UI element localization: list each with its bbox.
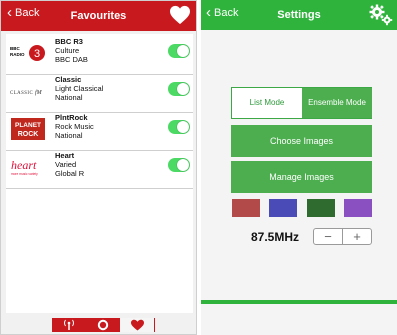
svg-text:3: 3 xyxy=(34,48,40,60)
bbc-radio-3-logo: BBC RADIO 3 xyxy=(10,45,45,61)
svg-text:BBC: BBC xyxy=(10,46,20,51)
list-item[interactable]: BBC RADIO 3 BBC R3 Culture BBC DAB xyxy=(6,34,193,75)
gears-icon[interactable] xyxy=(368,3,394,27)
svg-text:PLANET: PLANET xyxy=(15,122,41,129)
tab-now-playing[interactable] xyxy=(86,318,120,332)
favourite-toggle[interactable] xyxy=(168,44,190,58)
bottom-bar xyxy=(201,300,397,304)
station-network: National xyxy=(55,131,83,140)
station-network: National xyxy=(55,93,83,102)
settings-screen: ‹ Back Settings List Mode Ensemble Mode … xyxy=(201,0,397,335)
heart-logo: heart more music variety xyxy=(11,158,38,176)
station-name: PlntRock xyxy=(55,113,88,122)
svg-text:RADIO: RADIO xyxy=(10,52,25,57)
favourite-toggle[interactable] xyxy=(168,158,190,172)
ensemble-mode-option[interactable]: Ensemble Mode xyxy=(302,88,372,118)
favourite-toggle[interactable] xyxy=(168,120,190,134)
svg-text:ROCK: ROCK xyxy=(18,131,39,138)
station-genre: Culture xyxy=(55,46,80,55)
manage-images-button[interactable]: Manage Images xyxy=(231,161,372,193)
circle-icon xyxy=(97,319,109,331)
list-item[interactable]: PLANET ROCK PlntRock Rock Music National xyxy=(6,110,193,151)
tab-favourites[interactable] xyxy=(120,318,154,332)
svg-text:fM: fM xyxy=(35,89,43,96)
frequency-stepper: − + xyxy=(313,228,372,245)
favourites-screen: ‹ Back Favourites BBC RADIO 3 BBC R3 Cult… xyxy=(0,0,197,335)
color-swatch-green[interactable] xyxy=(307,199,335,217)
frequency-display: 87.5MHz xyxy=(251,230,300,244)
color-swatch-red[interactable] xyxy=(232,199,260,217)
list-mode-option[interactable]: List Mode xyxy=(232,88,302,118)
station-genre: Rock Music xyxy=(55,122,94,131)
bottom-tab-bar xyxy=(52,318,155,332)
page-title: Favourites xyxy=(70,10,127,22)
station-name: Heart xyxy=(55,151,75,160)
planet-rock-logo: PLANET ROCK xyxy=(11,118,45,140)
tab-stations[interactable] xyxy=(52,318,86,332)
favourite-toggle[interactable] xyxy=(168,82,190,96)
radio-tower-icon xyxy=(64,319,74,330)
station-network: Global R xyxy=(55,169,85,178)
heart-icon[interactable] xyxy=(169,5,191,25)
station-name: BBC R3 xyxy=(55,37,83,46)
choose-images-button[interactable]: Choose Images xyxy=(231,125,372,157)
station-list: BBC RADIO 3 BBC R3 Culture BBC DAB CLASS… xyxy=(6,34,193,313)
station-genre: Varied xyxy=(55,160,77,169)
color-swatch-purple[interactable] xyxy=(344,199,372,217)
list-item[interactable]: CLASSIC fM Classic Light Classical Natio… xyxy=(6,72,193,113)
station-genre: Light Classical xyxy=(55,84,104,93)
favourites-header: ‹ Back Favourites xyxy=(1,1,196,31)
mode-selector: List Mode Ensemble Mode xyxy=(231,87,372,119)
settings-header: ‹ Back Settings xyxy=(201,0,397,30)
heart-icon xyxy=(131,319,144,331)
color-swatch-blue[interactable] xyxy=(269,199,297,217)
svg-text:CLASSIC: CLASSIC xyxy=(10,91,33,96)
station-network: BBC DAB xyxy=(55,55,88,64)
svg-text:heart: heart xyxy=(11,158,37,172)
decrement-button[interactable]: − xyxy=(314,229,342,244)
station-name: Classic xyxy=(55,75,82,84)
svg-text:more music variety: more music variety xyxy=(11,172,38,176)
list-item[interactable]: heart more music variety Heart Varied Gl… xyxy=(6,148,193,189)
increment-button[interactable]: + xyxy=(343,229,371,244)
classic-fm-logo: CLASSIC fM xyxy=(10,89,43,96)
